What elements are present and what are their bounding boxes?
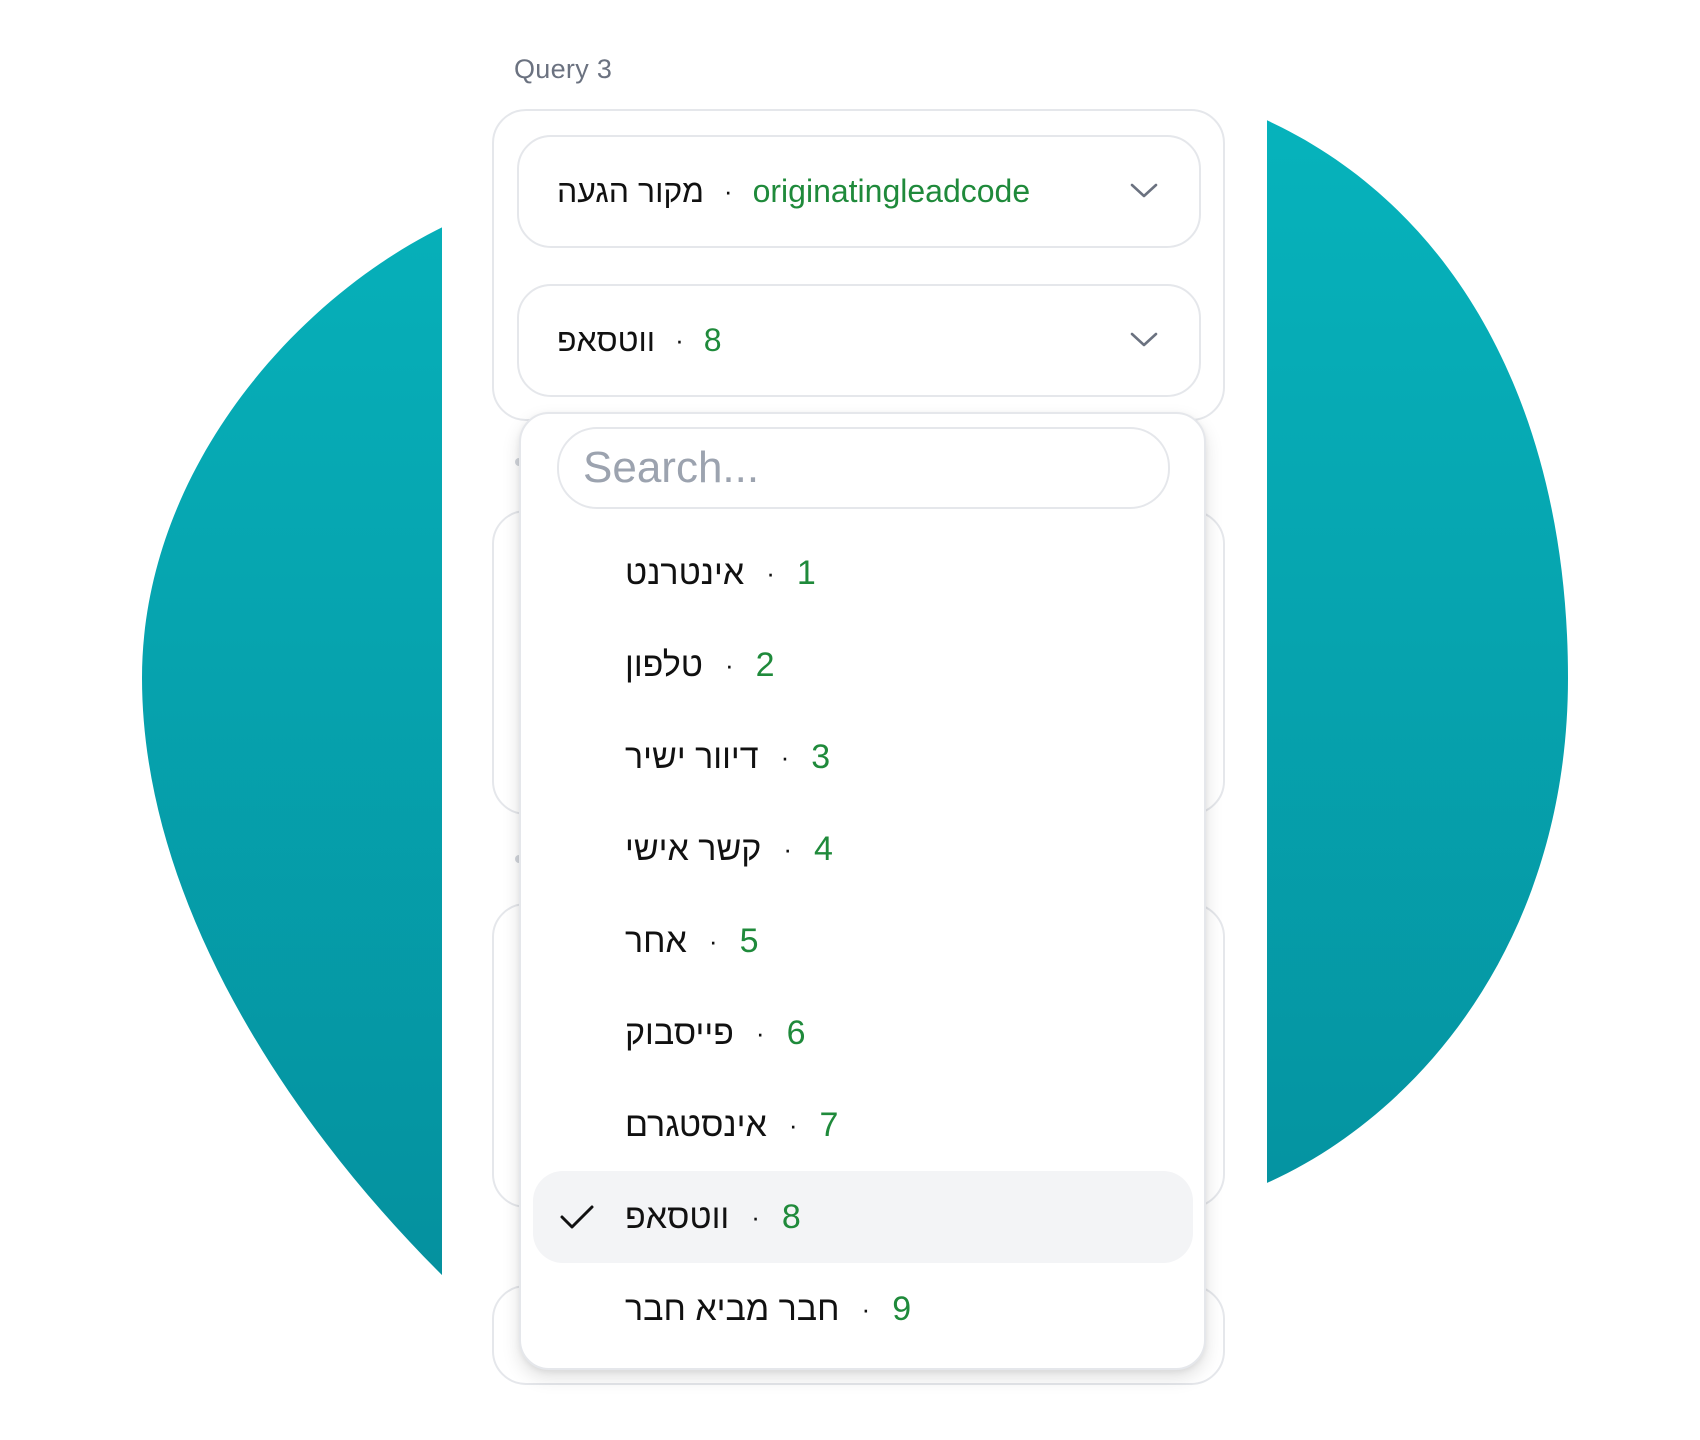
option-separator: · bbox=[755, 1017, 765, 1048]
option-item[interactable]: אינטרנט · 1 bbox=[533, 527, 1193, 619]
search-input[interactable] bbox=[557, 427, 1170, 509]
option-content: אחר · 5 bbox=[625, 922, 758, 961]
value-select[interactable]: ווטסאפ · 8 bbox=[517, 284, 1201, 397]
option-code: 6 bbox=[786, 1013, 806, 1052]
option-content: אינטרנט · 1 bbox=[625, 554, 816, 593]
option-item[interactable]: חבר מביא חבר · 9 bbox=[533, 1263, 1193, 1355]
option-content: פייסבוק · 6 bbox=[625, 1014, 806, 1053]
field-select-code: originatingleadcode bbox=[752, 173, 1031, 209]
option-code: 9 bbox=[892, 1289, 912, 1328]
option-code: 5 bbox=[739, 921, 759, 960]
option-separator: · bbox=[766, 557, 775, 588]
option-separator: · bbox=[751, 1201, 760, 1232]
option-label: אינטרנט bbox=[625, 553, 745, 592]
option-code: 4 bbox=[814, 829, 833, 868]
option-separator: · bbox=[788, 1109, 798, 1140]
value-select-content: ווטסאפ · 8 bbox=[557, 322, 722, 359]
field-select-separator: · bbox=[723, 176, 733, 206]
option-code: 3 bbox=[811, 737, 831, 776]
option-label: קשר אישי bbox=[625, 829, 762, 868]
option-item[interactable]: קשר אישי · 4 bbox=[533, 803, 1193, 895]
check-icon bbox=[559, 1203, 595, 1231]
option-label: פייסבוק bbox=[625, 1013, 734, 1052]
value-select-separator: · bbox=[675, 325, 684, 355]
field-select-content: מקור הגעה · originatingleadcode bbox=[557, 173, 1030, 210]
option-label: אינסטגרם bbox=[625, 1105, 767, 1144]
value-select-label: ווטסאפ bbox=[557, 322, 656, 358]
option-content: דיוור ישיר · 3 bbox=[625, 738, 830, 777]
option-label: דיוור ישיר bbox=[625, 737, 759, 776]
option-separator: · bbox=[724, 649, 734, 680]
option-separator: · bbox=[780, 741, 790, 772]
option-item[interactable]: טלפון · 2 bbox=[533, 619, 1193, 711]
option-item-selected[interactable]: ווטסאפ · 8 bbox=[533, 1171, 1193, 1263]
option-content: אינסטגרם · 7 bbox=[625, 1106, 838, 1145]
option-code: 2 bbox=[755, 645, 775, 684]
option-label: אחר bbox=[625, 921, 687, 960]
chevron-down-icon[interactable] bbox=[1129, 331, 1159, 349]
chevron-down-icon[interactable] bbox=[1129, 182, 1159, 200]
option-code: 1 bbox=[796, 553, 816, 592]
option-label: טלפון bbox=[625, 645, 703, 684]
query-label: Query 3 bbox=[514, 54, 613, 84]
option-separator: · bbox=[783, 833, 792, 864]
field-select-label: מקור הגעה bbox=[557, 173, 704, 209]
field-select[interactable]: מקור הגעה · originatingleadcode bbox=[517, 135, 1201, 248]
stage: Query 3 מקור הגעה · originatingleadcode … bbox=[0, 0, 1700, 1440]
option-code: 7 bbox=[819, 1105, 839, 1144]
option-item[interactable]: דיוור ישיר · 3 bbox=[533, 711, 1193, 803]
option-item[interactable]: פייסבוק · 6 bbox=[533, 987, 1193, 1079]
option-item[interactable]: אחר · 5 bbox=[533, 895, 1193, 987]
option-label: ווטסאפ bbox=[625, 1197, 730, 1236]
option-content: טלפון · 2 bbox=[625, 646, 775, 685]
value-select-code: 8 bbox=[703, 322, 722, 358]
option-separator: · bbox=[861, 1293, 871, 1324]
option-content: חבר מביא חבר · 9 bbox=[625, 1290, 911, 1329]
option-content: קשר אישי · 4 bbox=[625, 830, 833, 869]
option-label: חבר מביא חבר bbox=[625, 1289, 840, 1328]
option-content: ווטסאפ · 8 bbox=[625, 1198, 801, 1237]
option-code: 8 bbox=[781, 1197, 801, 1236]
option-separator: · bbox=[708, 925, 718, 956]
options-dropdown: אינטרנט · 1 טלפון · 2 דיוור ישיר · 3 קשר… bbox=[519, 412, 1206, 1370]
option-item[interactable]: אינסטגרם · 7 bbox=[533, 1079, 1193, 1171]
